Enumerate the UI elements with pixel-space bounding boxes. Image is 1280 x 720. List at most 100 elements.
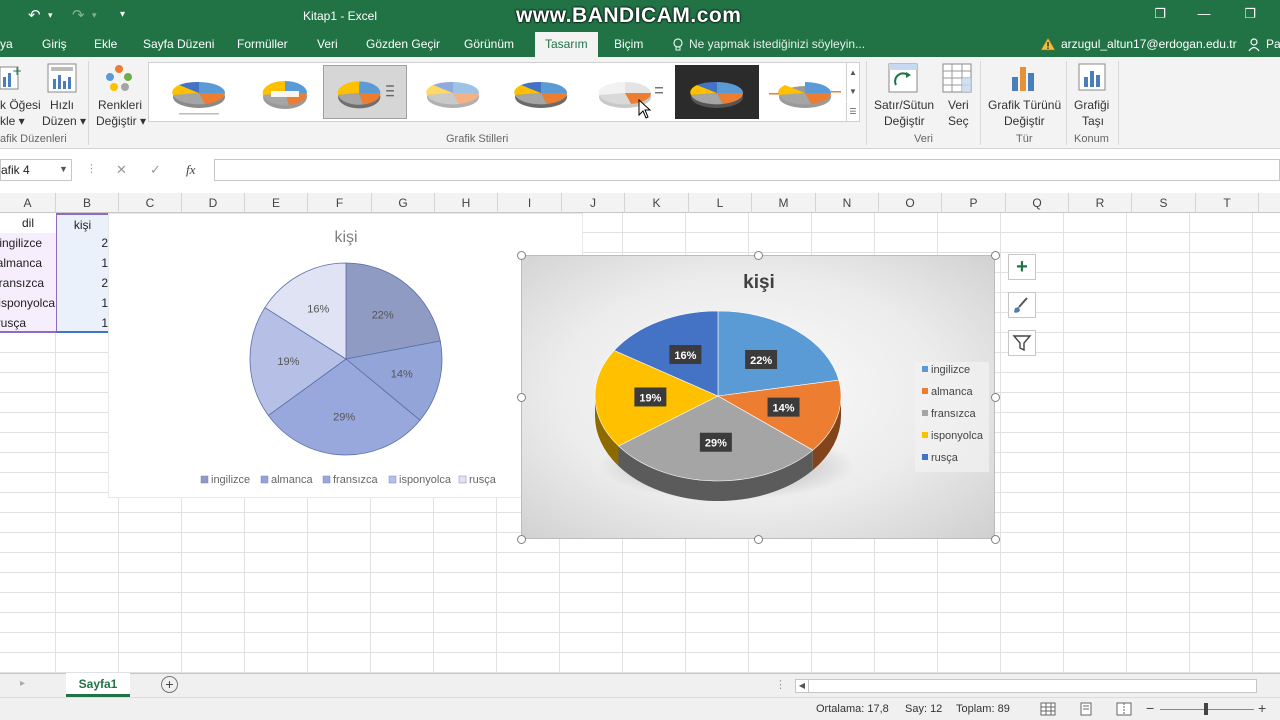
tab-insert[interactable]: Ekle	[94, 37, 117, 51]
scroll-thumb[interactable]	[812, 681, 1232, 691]
resize-handle-top-right[interactable]	[991, 251, 1000, 260]
scroll-left-icon[interactable]: ◀	[796, 680, 809, 692]
select-data-label2[interactable]: Seç	[948, 113, 969, 129]
chart2-legend-label[interactable]: fransızca	[931, 408, 977, 420]
gallery-expand[interactable]: ☰	[846, 102, 859, 122]
chart-elements-button[interactable]: +	[1008, 254, 1036, 280]
chart1-legend-label[interactable]: fransızca	[333, 474, 379, 486]
chart-style-4[interactable]	[411, 65, 495, 119]
sheet-tab-sayfa1[interactable]: Sayfa1	[66, 673, 130, 697]
chart-style-2[interactable]	[243, 65, 327, 119]
insert-function-button[interactable]: fx	[186, 162, 195, 178]
change-chart-type-label1[interactable]: Grafik Türünü	[988, 97, 1061, 113]
chart1-legend-label[interactable]: isponyolca	[399, 474, 452, 486]
chart1-legend-label[interactable]: ingilizce	[211, 474, 250, 486]
column-header-k[interactable]: K	[625, 193, 689, 213]
formula-input[interactable]	[214, 159, 1280, 181]
horizontal-scrollbar[interactable]: ◀	[795, 679, 1257, 693]
share-person-icon[interactable]	[1248, 38, 1262, 52]
tab-formulas[interactable]: Formüller	[237, 37, 288, 51]
cell-a1[interactable]: dil	[0, 213, 56, 233]
cell-b5[interactable]: 1	[56, 293, 108, 313]
page-break-view-icon[interactable]	[1116, 702, 1132, 716]
cell-a5[interactable]: isponyolca	[0, 293, 56, 313]
column-header-q[interactable]: Q	[1006, 193, 1069, 213]
minimize-icon[interactable]: —	[1194, 6, 1214, 26]
tab-splitter-icon[interactable]: ⋮	[775, 678, 786, 691]
column-header-j[interactable]: J	[562, 193, 625, 213]
resize-handle-left[interactable]	[517, 393, 526, 402]
column-header-f[interactable]: F	[308, 193, 372, 213]
cell-b1[interactable]: kişi	[56, 213, 108, 233]
resize-handle-bottom[interactable]	[754, 535, 763, 544]
chart-style-1[interactable]	[157, 65, 241, 119]
column-header-b[interactable]: B	[56, 193, 119, 213]
tab-page-layout[interactable]: Sayfa Düzeni	[143, 37, 214, 51]
quick-layout-label2[interactable]: Düzen ▾	[42, 113, 86, 129]
tab-view[interactable]: Görünüm	[464, 37, 514, 51]
cell-b4[interactable]: 2	[56, 273, 108, 293]
account-email[interactable]: arzugul_altun17@erdogan.edu.tr	[1061, 37, 1237, 51]
add-sheet-icon[interactable]: +	[161, 676, 178, 693]
page-layout-view-icon[interactable]	[1078, 702, 1094, 716]
gallery-scroll-up[interactable]: ▲	[846, 63, 859, 82]
cell-b6[interactable]: 1	[56, 313, 108, 333]
chart1-title[interactable]: kişi	[334, 229, 357, 246]
resize-handle-top[interactable]	[754, 251, 763, 260]
chart-filters-button[interactable]	[1008, 330, 1036, 356]
chart-styles-button[interactable]	[1008, 292, 1036, 318]
sheet-nav-arrow-icon[interactable]: ▸	[20, 678, 25, 689]
add-chart-element-icon[interactable]: +	[0, 63, 22, 93]
column-header-h[interactable]: H	[435, 193, 498, 213]
column-header-a[interactable]: A	[0, 193, 56, 213]
column-header-p[interactable]: P	[942, 193, 1006, 213]
tab-file-partial[interactable]: ya	[0, 37, 13, 51]
gallery-scroll-down[interactable]: ▼	[846, 82, 859, 101]
resize-handle-bottom-left[interactable]	[517, 535, 526, 544]
column-header-m[interactable]: M	[752, 193, 816, 213]
select-data-icon[interactable]	[942, 63, 972, 93]
chart-style-6[interactable]	[587, 65, 671, 119]
resize-handle-top-left[interactable]	[517, 251, 526, 260]
tab-chart-design[interactable]: Tasarım	[535, 32, 598, 57]
column-header-t[interactable]: T	[1196, 193, 1259, 213]
cell-b3[interactable]: 1	[56, 253, 108, 273]
zoom-slider-thumb[interactable]	[1204, 703, 1208, 715]
add-chart-element-label1[interactable]: k Öğesi	[0, 97, 41, 113]
move-chart-icon[interactable]	[1078, 63, 1108, 93]
chart1-legend-label[interactable]: almanca	[271, 474, 313, 486]
tab-review[interactable]: Gözden Geçir	[366, 37, 440, 51]
tell-me-search[interactable]: Ne yapmak istediğinizi söyleyin...	[689, 37, 865, 51]
restore-icon[interactable]: ❐	[1240, 6, 1260, 26]
change-chart-type-label2[interactable]: Değiştir	[1004, 113, 1045, 129]
column-header-s[interactable]: S	[1132, 193, 1196, 213]
pie-chart-flat[interactable]: kişi 22% 14% 29% 19% 16% ingilizce almanca fra…	[108, 213, 583, 498]
column-header-n[interactable]: N	[816, 193, 879, 213]
column-header-i[interactable]: I	[498, 193, 562, 213]
resize-handle-right[interactable]	[991, 393, 1000, 402]
change-colors-label1[interactable]: Renkleri	[98, 97, 142, 113]
move-chart-label2[interactable]: Taşı	[1082, 113, 1104, 129]
switch-row-column-icon[interactable]	[888, 63, 918, 93]
switch-row-column-label1[interactable]: Satır/Sütun	[874, 97, 934, 113]
normal-view-icon[interactable]	[1040, 702, 1056, 716]
share-button[interactable]: Pa	[1266, 37, 1280, 51]
chart2-legend-label[interactable]: almanca	[931, 386, 973, 398]
tab-data[interactable]: Veri	[317, 37, 338, 51]
select-data-label1[interactable]: Veri	[948, 97, 969, 113]
chart-style-3[interactable]	[323, 65, 407, 119]
ribbon-display-icon[interactable]: ❐	[1150, 6, 1170, 26]
change-colors-icon[interactable]	[104, 63, 134, 93]
cell-a4[interactable]: fransızca	[0, 273, 56, 293]
name-box[interactable]: afik 4 ▼	[0, 159, 72, 181]
chart2-legend-label[interactable]: ingilizce	[931, 364, 970, 376]
quick-layout-icon[interactable]	[47, 63, 77, 93]
chart-style-5[interactable]	[499, 65, 583, 119]
chart2-legend-label[interactable]: isponyolca	[931, 430, 984, 442]
column-header-c[interactable]: C	[119, 193, 182, 213]
column-header-g[interactable]: G	[372, 193, 435, 213]
column-header-l[interactable]: L	[689, 193, 752, 213]
quick-layout-label1[interactable]: Hızlı	[50, 97, 74, 113]
change-chart-type-icon[interactable]	[1010, 63, 1036, 93]
tab-home[interactable]: Giriş	[42, 37, 67, 51]
